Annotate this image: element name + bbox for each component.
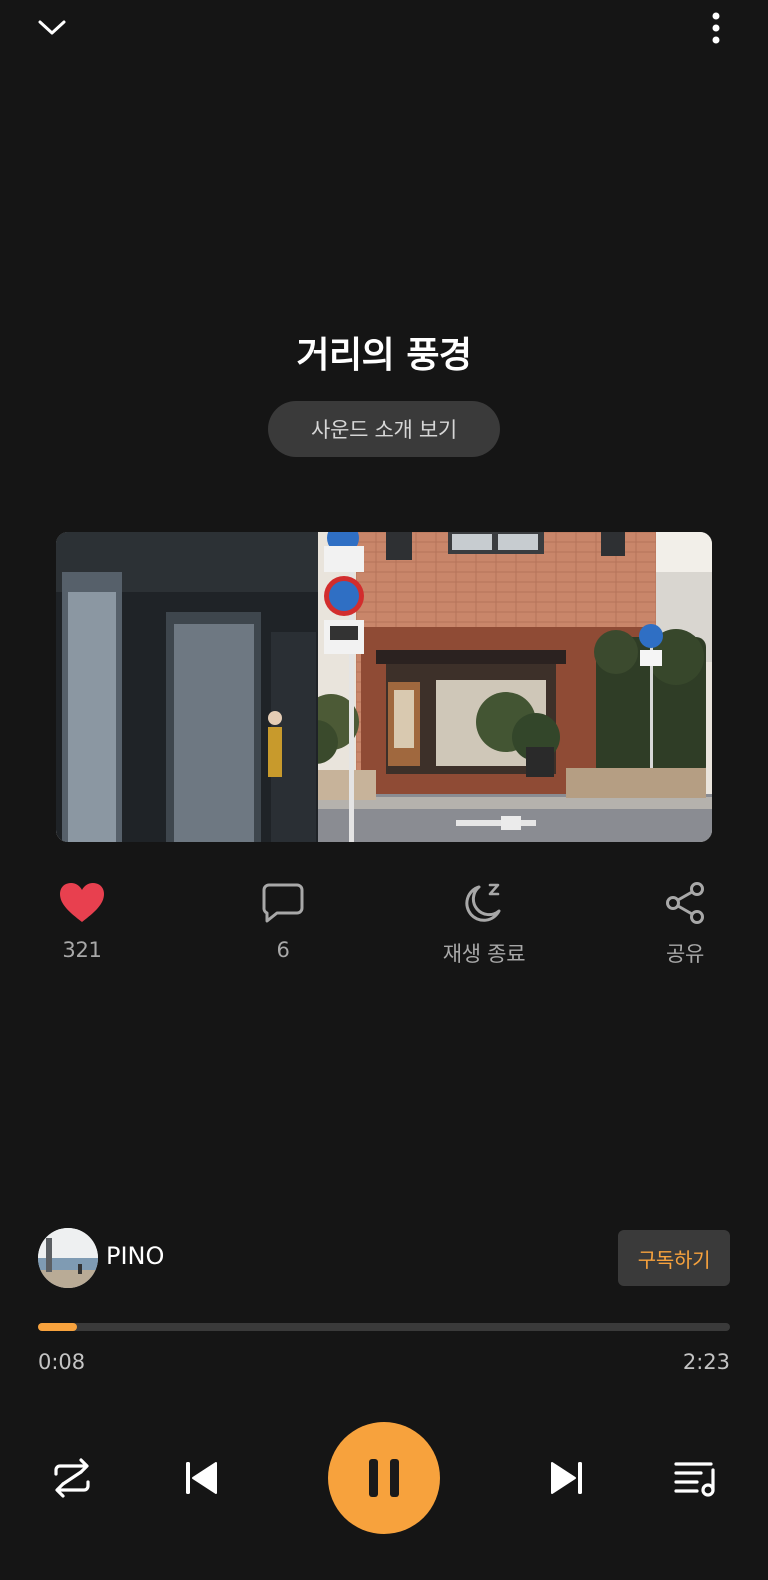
progress-bar[interactable] [38,1323,730,1331]
player-screen: 거리의 풍경 사운드 소개 보기 321 6 재생 종료 공유 PINO 구독하… [0,0,768,1580]
more-vertical-icon [712,12,720,44]
previous-button[interactable] [174,1450,230,1506]
moon-sleep-icon [465,883,501,922]
pause-icon [369,1459,399,1497]
skip-next-icon [551,1462,582,1494]
sleep-timer-button[interactable]: 재생 종료 [414,878,554,968]
progress-fill [38,1323,77,1331]
pause-button[interactable] [328,1422,440,1534]
action-bar: 321 6 재생 종료 공유 [0,878,768,978]
shuffle-repeat-icon [54,1458,90,1498]
share-button[interactable]: 공유 [615,878,755,968]
artist-name[interactable]: PINO [106,1242,164,1270]
subscribe-button[interactable]: 구독하기 [618,1230,730,1286]
next-button[interactable] [538,1450,594,1506]
repeat-button[interactable] [44,1450,100,1506]
skip-previous-icon [186,1462,217,1494]
comment-icon [262,883,304,923]
chevron-down-icon [38,20,66,35]
share-label: 공유 [665,942,705,966]
avatar-image [38,1228,98,1288]
like-count: 321 [62,938,102,962]
total-time: 2:23 [682,1350,730,1374]
like-button[interactable]: 321 [12,878,152,962]
cover-image [56,532,712,842]
current-time: 0:08 [38,1350,86,1374]
sleep-timer-label: 재생 종료 [442,942,526,966]
playback-controls [0,1420,768,1540]
artist-row: PINO 구독하기 [38,1228,730,1288]
comment-button[interactable]: 6 [213,878,353,962]
playlist-button[interactable] [668,1450,724,1506]
playlist-icon [674,1462,715,1497]
comment-count: 6 [276,938,290,962]
collapse-button[interactable] [28,8,76,48]
sound-intro-button[interactable]: 사운드 소개 보기 [268,401,500,457]
street-scene-image [56,532,712,842]
track-title: 거리의 풍경 [296,335,472,376]
avatar[interactable] [38,1228,98,1288]
more-options-button[interactable] [694,6,738,50]
share-icon [666,882,704,924]
heart-icon [60,883,104,922]
